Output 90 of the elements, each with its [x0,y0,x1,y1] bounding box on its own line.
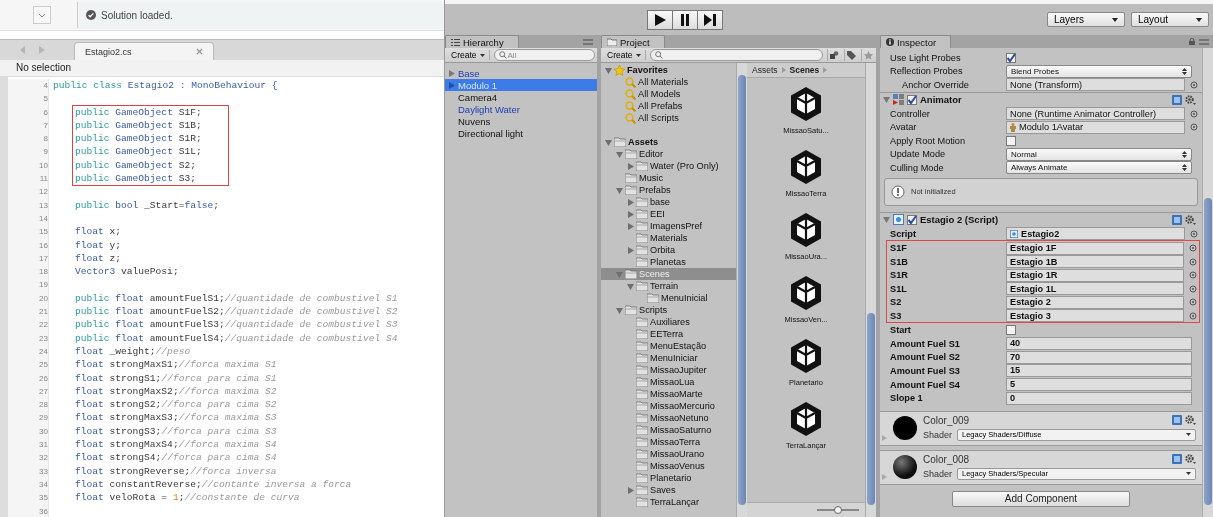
breadcrumb-text: No selection [0,60,444,77]
line-number: 19 [38,279,48,292]
line-number: 11 [38,173,48,186]
field-label: S1L [890,283,908,294]
material-name: Color_009 [923,414,970,426]
line-number: 25 [38,359,48,372]
line-number: 27 [38,385,48,398]
code-line: float strongS2;//forca para cima S2 [75,398,277,412]
code-line: public float amountFuelS2;//quantidade de combustivel S2 [75,305,398,319]
field-label: Controller [890,108,931,119]
code-line: public float amountFuelS3;//quantidade de combustivel S3 [75,318,398,332]
code-line: public class Estagio2 : MonoBehaviour { [53,79,278,93]
field-label: Amount Fuel S4 [890,379,961,390]
line-number: 8 [42,133,48,146]
code-line: float z; [75,251,122,266]
line-number: 20 [38,292,48,305]
field-label: Update Mode [890,149,947,160]
line-number: 23 [38,332,48,345]
line-number: 31 [38,439,48,451]
field-label: S1R [890,270,909,281]
line-number: 15 [38,226,48,239]
line-number: 26 [38,372,48,385]
code-line: float strongMaxS4;//forca maxima S4 [75,438,277,452]
code-line: float strongMaxS2;//forca maxima S2 [75,384,277,399]
code-line: float _weight;//peso [75,344,191,359]
line-number: 36 [38,505,48,517]
line-number: 4 [42,80,48,92]
code-line: public GameObject S1R; [75,132,202,146]
line-number: 13 [38,199,48,212]
field-label: S3 [890,310,903,321]
field-label: Culling Mode [890,162,945,173]
code-line: float y; [75,238,122,252]
line-number: 7 [42,119,48,132]
field-label: Start [890,325,912,336]
code-line: float strongS3;//forca para cima S3 [75,424,277,438]
field-label: Avatar [890,122,918,133]
line-number: 24 [38,345,48,358]
field-label: Amount Fuel S1 [890,338,961,349]
line-number: 30 [38,425,48,438]
line-number: 22 [38,319,48,332]
line-number: 33 [38,465,48,478]
code-line: float x; [75,225,122,239]
code-line: float strongS1;//forca para cima S1 [75,371,277,385]
code-line: public float amountFuelS4;//quantidade de combustivel S4 [75,331,398,345]
line-number: 10 [38,159,48,172]
field-label: Amount Fuel S2 [890,352,961,363]
field-label: Script [890,228,918,239]
line-number: 34 [38,478,48,491]
line-number: 21 [38,306,48,319]
line-number: 28 [38,399,48,412]
field-label: Reflection Probes [890,66,964,77]
field-label: S2 [890,297,903,308]
code-line: float strongS4;//forca para cima S4 [75,451,277,465]
line-number: 35 [38,492,48,505]
field-label: Apply Root Motion [890,135,967,146]
status-text: Solution loaded. [101,9,173,21]
component-title: Estagio 2 (Script) [920,214,999,226]
code-line: public GameObject S1B; [75,118,202,133]
line-number: 18 [38,266,48,279]
line-number: 32 [38,452,48,465]
field-label: Shader [923,429,953,440]
code-line: float veloRota = 1;//constante de curva [75,491,300,505]
code-line: float constantReverse;//contante inversa a forca [75,477,352,492]
code-line: public float amountFuelS1;//quantidade de combustivel S1 [75,291,398,306]
component-title: Animator [920,94,962,106]
field-label: S1F [890,243,908,254]
field-label: S1B [890,256,909,267]
field-label: Anchor Override [902,80,970,90]
line-number: 16 [38,239,48,252]
field-label: Amount Fuel S3 [890,365,961,376]
line-number: 17 [38,252,48,265]
field-label: Shader [923,468,953,479]
code-line: public GameObject S1L; [75,145,202,159]
line-number: 9 [42,146,48,159]
code-line: public GameObject S2; [75,158,197,173]
code-line: public GameObject S3; [75,172,197,186]
line-number: 12 [38,186,48,199]
line-number: 29 [38,412,48,425]
line-number: 6 [42,106,48,119]
code-line: float strongMaxS1;//forca maxima S1 [75,358,277,372]
line-number: 14 [38,212,48,225]
code-line: Vector3 valuePosi; [75,265,179,279]
code-line: public GameObject S1F; [75,105,202,119]
field-label: Use Light Probes [890,52,962,63]
field-label: Slope 1 [890,393,924,404]
code-line: float strongReverse;//forca inversa [75,464,277,478]
line-number: 5 [42,93,48,106]
code-line: public bool _Start=false; [75,198,219,212]
code-line: float strongMaxS3;//forca maxima S3 [75,411,277,425]
material-name: Color_008 [923,453,970,465]
